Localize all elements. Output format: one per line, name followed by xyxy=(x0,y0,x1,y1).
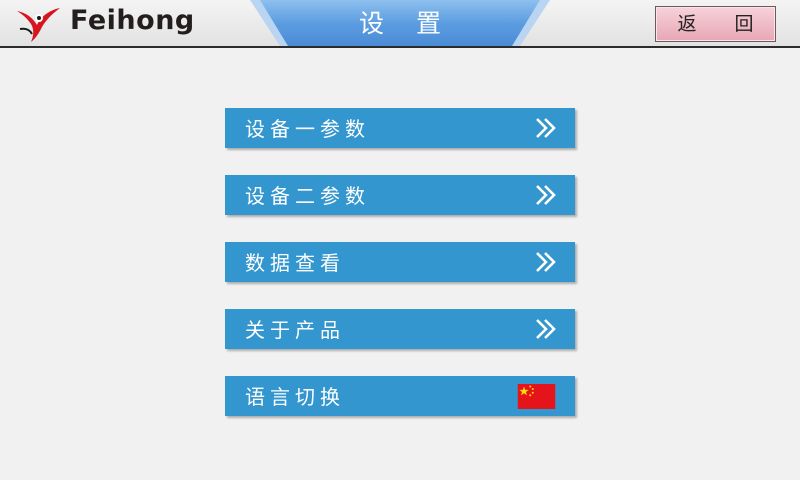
menu-item-label: 设备一参数 xyxy=(245,117,370,141)
header-bar: Feihong 设 置 返 回 xyxy=(0,0,800,48)
chevron-right-double-icon xyxy=(536,185,556,205)
brand-name: Feihong xyxy=(70,5,195,36)
menu-item-language-switch[interactable]: 语言切换 xyxy=(225,376,575,416)
page-title: 设 置 xyxy=(359,9,453,38)
menu-item-data-view[interactable]: 数据查看 xyxy=(225,242,575,282)
menu-item-device-one-params[interactable]: 设备一参数 xyxy=(225,108,575,148)
menu-item-device-two-params[interactable]: 设备二参数 xyxy=(225,175,575,215)
chevron-right-double-icon xyxy=(536,118,556,138)
menu-item-label: 数据查看 xyxy=(245,251,345,275)
chevron-right-double-icon xyxy=(536,252,556,272)
menu-item-label: 关于产品 xyxy=(245,318,345,342)
chevron-right-double-icon xyxy=(536,319,556,339)
feihong-logo-icon xyxy=(17,8,60,42)
menu-item-about-product[interactable]: 关于产品 xyxy=(225,309,575,349)
china-flag-icon xyxy=(517,384,556,409)
menu-item-label: 语言切换 xyxy=(245,385,345,409)
menu-item-label: 设备二参数 xyxy=(245,184,370,208)
back-button[interactable]: 返 回 xyxy=(655,6,776,42)
